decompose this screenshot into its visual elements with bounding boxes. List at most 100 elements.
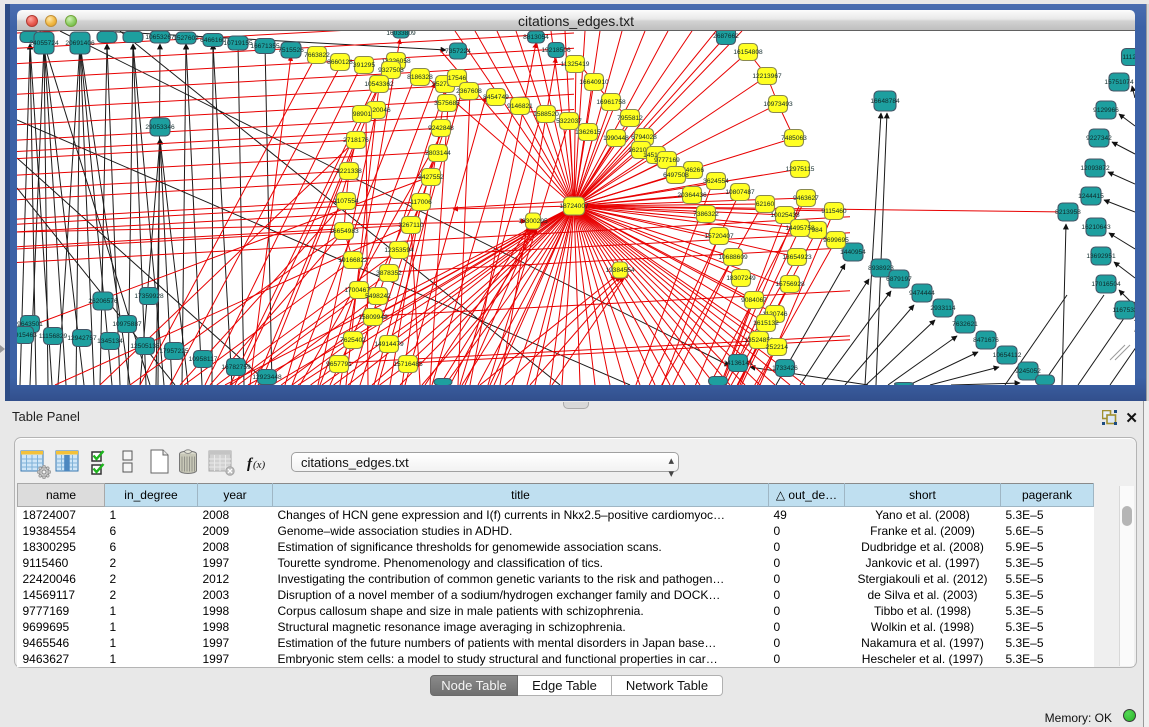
- svg-text:16154808: 16154808: [733, 49, 763, 56]
- svg-text:7625402: 7625402: [340, 337, 366, 344]
- svg-text:62160: 62160: [756, 201, 775, 208]
- svg-text:11156829: 11156829: [39, 333, 68, 340]
- svg-text:1107554: 1107554: [333, 198, 359, 205]
- svg-text:14136141: 14136141: [723, 360, 753, 367]
- svg-text:7955812: 7955812: [617, 115, 643, 122]
- svg-text:1244415: 1244415: [1078, 193, 1104, 200]
- svg-text:3624554: 3624554: [703, 178, 729, 185]
- svg-text:29053346: 29053346: [145, 124, 175, 131]
- svg-text:5498242: 5498242: [365, 293, 391, 300]
- svg-text:9777169: 9777169: [654, 157, 680, 164]
- svg-text:10807487: 10807487: [725, 189, 755, 196]
- svg-text:117006: 117006: [410, 199, 432, 206]
- svg-text:17016504: 17016504: [1091, 281, 1121, 288]
- svg-text:1221338: 1221338: [336, 168, 362, 175]
- svg-text:1167533: 1167533: [1112, 307, 1135, 314]
- svg-text:6794028: 6794028: [631, 134, 657, 141]
- svg-text:10975887: 10975887: [112, 321, 142, 328]
- svg-text:18300295: 18300295: [518, 218, 548, 225]
- svg-text:1440954: 1440954: [840, 249, 866, 256]
- svg-text:12093872: 12093872: [1080, 165, 1110, 172]
- svg-text:1990448: 1990448: [603, 135, 629, 142]
- svg-text:16210643: 16210643: [1081, 224, 1111, 231]
- svg-text:12923448: 12923448: [252, 374, 282, 381]
- svg-text:3267110: 3267110: [398, 222, 424, 229]
- svg-text:17359928: 17359928: [134, 293, 164, 300]
- svg-text:15809948: 15809948: [358, 314, 388, 321]
- svg-text:1527602: 1527602: [173, 35, 199, 42]
- svg-text:16648784: 16648784: [870, 98, 900, 105]
- svg-text:17546: 17546: [448, 75, 467, 82]
- svg-text:9463627: 9463627: [793, 195, 819, 202]
- svg-text:15720407: 15720407: [704, 233, 734, 240]
- svg-text:16671355: 16671355: [250, 43, 280, 50]
- svg-text:14914479: 14914479: [374, 341, 404, 348]
- svg-text:9084067: 9084067: [741, 297, 767, 304]
- svg-text:9242848: 9242848: [428, 125, 454, 132]
- svg-text:2367608: 2367608: [456, 88, 482, 95]
- svg-text:15756928: 15756928: [775, 281, 805, 288]
- svg-text:20364436: 20364436: [677, 192, 707, 199]
- svg-text:15716485: 15716485: [393, 361, 423, 368]
- svg-text:17957225: 17957225: [159, 348, 189, 355]
- svg-text:391295: 391295: [353, 62, 375, 69]
- svg-text:10958117: 10958117: [189, 356, 218, 363]
- svg-text:19218506: 19218506: [541, 47, 571, 54]
- svg-text:6879197: 6879197: [886, 276, 912, 283]
- svg-text:12213967: 12213967: [752, 73, 782, 80]
- svg-text:16654983: 16654983: [329, 228, 359, 235]
- svg-text:10654112: 10654112: [993, 352, 1022, 359]
- svg-text:26206576: 26206576: [88, 298, 118, 305]
- svg-text:12942757: 12942757: [67, 335, 97, 342]
- svg-text:1345134: 1345134: [97, 338, 123, 345]
- svg-text:20691406: 20691406: [65, 40, 95, 47]
- svg-text:16961758: 16961758: [596, 99, 626, 106]
- svg-text:1615132: 1615132: [753, 320, 779, 327]
- svg-text:10719155: 10719155: [223, 40, 253, 47]
- svg-text:2803144: 2803144: [425, 150, 451, 157]
- svg-text:2687662: 2687662: [713, 33, 739, 40]
- svg-text:13692951: 13692951: [1086, 253, 1116, 260]
- svg-text:11121: 11121: [1122, 54, 1135, 61]
- svg-text:10688609: 10688609: [718, 254, 748, 261]
- svg-text:9327503: 9327503: [378, 67, 404, 74]
- svg-text:10025438: 10025438: [770, 212, 800, 219]
- svg-text:16640910: 16640910: [579, 79, 609, 86]
- svg-text:9129966: 9129966: [1093, 107, 1119, 114]
- svg-text:10653267: 10653267: [145, 34, 175, 41]
- svg-text:8660128: 8660128: [327, 59, 353, 66]
- svg-text:7663822: 7663822: [304, 52, 330, 59]
- svg-text:9115460: 9115460: [821, 208, 847, 215]
- svg-text:7632621: 7632621: [952, 321, 978, 328]
- svg-text:16782759: 16782759: [221, 364, 251, 371]
- svg-text:8427552: 8427552: [418, 174, 444, 181]
- svg-text:252214: 252214: [766, 344, 788, 351]
- svg-text:10973493: 10973493: [763, 101, 793, 108]
- svg-text:1733426: 1733426: [772, 365, 798, 372]
- svg-text:3575685: 3575685: [434, 100, 460, 107]
- svg-text:8186328: 8186328: [407, 74, 433, 81]
- svg-text:16033809: 16033809: [386, 31, 416, 37]
- svg-text:2933114: 2933114: [930, 305, 956, 312]
- svg-text:1362615: 1362615: [575, 129, 601, 136]
- svg-text:7386322: 7386322: [693, 211, 719, 218]
- svg-text:13654923: 13654923: [782, 254, 812, 261]
- svg-text:10543362: 10543362: [364, 81, 394, 88]
- svg-text:(x): (x): [253, 459, 266, 471]
- svg-text:3915463: 3915463: [17, 332, 37, 339]
- svg-text:15751074: 15751074: [1104, 79, 1134, 86]
- svg-text:3878352: 3878352: [376, 270, 402, 277]
- svg-text:9146821: 9146821: [507, 103, 533, 110]
- svg-text:12505135: 12505135: [130, 343, 160, 350]
- svg-text:19384554: 19384554: [605, 267, 635, 274]
- svg-text:9227342: 9227342: [1086, 135, 1112, 142]
- svg-text:12975115: 12975115: [786, 166, 815, 173]
- svg-text:18724007: 18724007: [559, 203, 589, 210]
- svg-text:18307249: 18307249: [726, 275, 756, 282]
- svg-text:9699695: 9699695: [823, 237, 849, 244]
- svg-text:1588520: 1588520: [533, 111, 559, 118]
- svg-text:12353594: 12353594: [384, 247, 414, 254]
- svg-text:7357224: 7357224: [445, 48, 471, 55]
- svg-text:6466160: 6466160: [200, 37, 226, 44]
- svg-text:98901: 98901: [353, 111, 372, 118]
